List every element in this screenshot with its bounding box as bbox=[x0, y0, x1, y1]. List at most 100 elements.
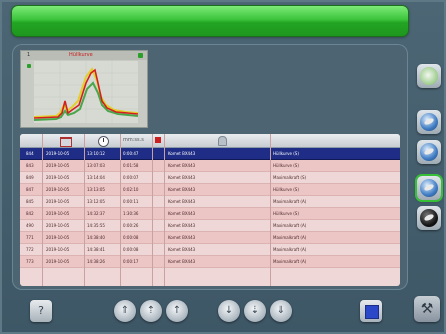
table-row[interactable]: 849 2019-10-05 13:14:04 0:00:07 Komet BX443 M… bbox=[20, 172, 400, 184]
row-id: 847 bbox=[26, 187, 34, 192]
row-name: Komet BX443 bbox=[168, 211, 196, 216]
info-icon: ? bbox=[38, 304, 44, 317]
row-date: 2019-10-05 bbox=[46, 223, 70, 228]
row-id: 771 bbox=[26, 235, 34, 240]
row-duration: 0:02:10 bbox=[123, 187, 139, 192]
table-row[interactable]: 771 2019-10-05 14:38:40 0:00:08 Komet BX443 M… bbox=[20, 232, 400, 244]
row-type: Hüllkurve (S) bbox=[273, 187, 299, 192]
row-time: 13:14:04 bbox=[87, 175, 105, 180]
row-id: 849 bbox=[26, 175, 34, 180]
overview-button[interactable] bbox=[417, 64, 441, 88]
table-row[interactable]: 845 2019-10-05 13:12:05 0:00:11 Komet BX443 M… bbox=[20, 196, 400, 208]
page-down-fast-button[interactable]: ⇓ bbox=[270, 300, 292, 322]
column-divider bbox=[84, 134, 85, 286]
double-up-arrow-icon: ⇑ bbox=[120, 305, 130, 316]
page-down-button[interactable]: ⇣ bbox=[244, 300, 266, 322]
clock-icon[interactable] bbox=[98, 136, 109, 147]
row-id: 773 bbox=[26, 259, 34, 264]
row-id: 772 bbox=[26, 247, 34, 252]
column-divider bbox=[270, 134, 271, 286]
row-time: 14:32:37 bbox=[87, 211, 105, 216]
curve-preview[interactable]: 1 Hüllkurve bbox=[20, 50, 148, 128]
sensor-button-1[interactable] bbox=[417, 110, 441, 134]
row-duration: 0:00:08 bbox=[123, 235, 139, 240]
row-date: 2019-10-05 bbox=[46, 199, 70, 204]
row-date: 2019-10-05 bbox=[46, 211, 70, 216]
double-down-arrow-icon: ⇓ bbox=[276, 305, 286, 316]
row-date: 2019-10-05 bbox=[46, 151, 70, 156]
row-duration: 0:00:11 bbox=[123, 199, 139, 204]
curve-plot bbox=[34, 61, 138, 123]
table-row[interactable]: 772 2019-10-05 14:38:41 0:00:08 Komet BX443 M… bbox=[20, 244, 400, 256]
row-duration: 0:00:08 bbox=[123, 247, 139, 252]
up-arrow-dashed-icon: ⇡ bbox=[146, 305, 156, 316]
sensor-icon bbox=[420, 113, 438, 131]
stop-button[interactable] bbox=[360, 300, 382, 322]
table-header: mm:ss.s bbox=[20, 134, 400, 148]
curve-preview-header: 1 Hüllkurve bbox=[21, 51, 147, 60]
sensor-dark-icon bbox=[420, 209, 438, 227]
page-up-fast-button[interactable]: ⇑ bbox=[114, 300, 136, 322]
row-name: Komet BX443 bbox=[168, 187, 196, 192]
row-id: 845 bbox=[26, 199, 34, 204]
row-type: Hüllkurve (S) bbox=[273, 151, 299, 156]
column-divider bbox=[152, 134, 153, 286]
row-duration: 0:00:47 bbox=[123, 151, 139, 156]
row-name: Komet BX443 bbox=[168, 259, 196, 264]
page-up-button[interactable]: ⇡ bbox=[140, 300, 162, 322]
down-arrow-dashed-icon: ⇣ bbox=[250, 305, 260, 316]
row-type: Hüllkurve (S) bbox=[273, 163, 299, 168]
row-duration: 0:01:58 bbox=[123, 163, 139, 168]
tools-icon: ⚒ bbox=[420, 301, 434, 317]
row-duration: 0:00:26 bbox=[123, 223, 139, 228]
channel-indicator bbox=[27, 64, 31, 68]
row-name: Komet BX443 bbox=[168, 175, 196, 180]
column-divider bbox=[42, 134, 43, 286]
status-bar bbox=[12, 6, 408, 36]
table-row[interactable]: 842 2019-10-05 14:32:37 1:30:36 Komet BX443 H… bbox=[20, 208, 400, 220]
line-up-button[interactable]: ↑ bbox=[166, 300, 188, 322]
row-date: 2019-10-05 bbox=[46, 175, 70, 180]
curve-title: Hüllkurve bbox=[69, 52, 93, 58]
row-name: Komet BX443 bbox=[168, 163, 196, 168]
row-name: Komet BX443 bbox=[168, 199, 196, 204]
table-row[interactable]: 844 2019-10-05 13:10:12 0:00:47 Komet BX443 H… bbox=[20, 148, 400, 160]
row-name: Komet BX443 bbox=[168, 235, 196, 240]
row-date: 2019-10-05 bbox=[46, 247, 70, 252]
duration-header[interactable]: mm:ss.s bbox=[123, 135, 145, 146]
info-button[interactable]: ? bbox=[30, 300, 52, 322]
row-time: 13:07:03 bbox=[87, 163, 105, 168]
row-date: 2019-10-05 bbox=[46, 235, 70, 240]
calendar-icon[interactable] bbox=[60, 137, 72, 147]
table-row[interactable]: 847 2019-10-05 13:13:05 0:02:10 Komet BX443 H… bbox=[20, 184, 400, 196]
table-row[interactable]: 773 2019-10-05 14:38:26 0:00:17 Komet BX443 M… bbox=[20, 256, 400, 268]
settings-button[interactable]: ⚒ bbox=[414, 296, 440, 322]
measurement-table: mm:ss.s 844 2019-10-05 13:10:12 0:00:47 Kome… bbox=[20, 134, 400, 286]
row-time: 14:35:55 bbox=[87, 223, 105, 228]
flag-icon[interactable] bbox=[155, 137, 161, 143]
row-name: Komet BX443 bbox=[168, 223, 196, 228]
row-name: Komet BX443 bbox=[168, 247, 196, 252]
row-id: 490 bbox=[26, 223, 34, 228]
row-duration: 0:00:07 bbox=[123, 175, 139, 180]
table-row[interactable]: 843 2019-10-05 13:07:03 0:01:58 Komet BX443 H… bbox=[20, 160, 400, 172]
row-date: 2019-10-05 bbox=[46, 163, 70, 168]
bell-icon[interactable] bbox=[218, 136, 227, 146]
row-type: Maximalkraft (A) bbox=[273, 199, 307, 204]
column-divider bbox=[120, 134, 121, 286]
row-type: Maximalkraft (A) bbox=[273, 247, 307, 252]
row-name: Komet BX443 bbox=[168, 151, 196, 156]
down-arrow-icon: ↓ bbox=[224, 305, 234, 316]
row-id: 844 bbox=[26, 151, 34, 156]
sensor-button-4[interactable] bbox=[417, 206, 441, 230]
row-date: 2019-10-05 bbox=[46, 259, 70, 264]
table-row[interactable]: 490 2019-10-05 14:35:55 0:00:26 Komet BX443 M… bbox=[20, 220, 400, 232]
sensor-button-2[interactable] bbox=[417, 140, 441, 164]
row-time: 13:12:05 bbox=[87, 199, 105, 204]
line-down-button[interactable]: ↓ bbox=[218, 300, 240, 322]
row-duration: 0:00:17 bbox=[123, 259, 139, 264]
row-time: 14:38:26 bbox=[87, 259, 105, 264]
stop-icon bbox=[365, 305, 379, 319]
row-type: Maximalkraft (A) bbox=[273, 223, 307, 228]
sensor-button-3[interactable] bbox=[417, 176, 441, 200]
